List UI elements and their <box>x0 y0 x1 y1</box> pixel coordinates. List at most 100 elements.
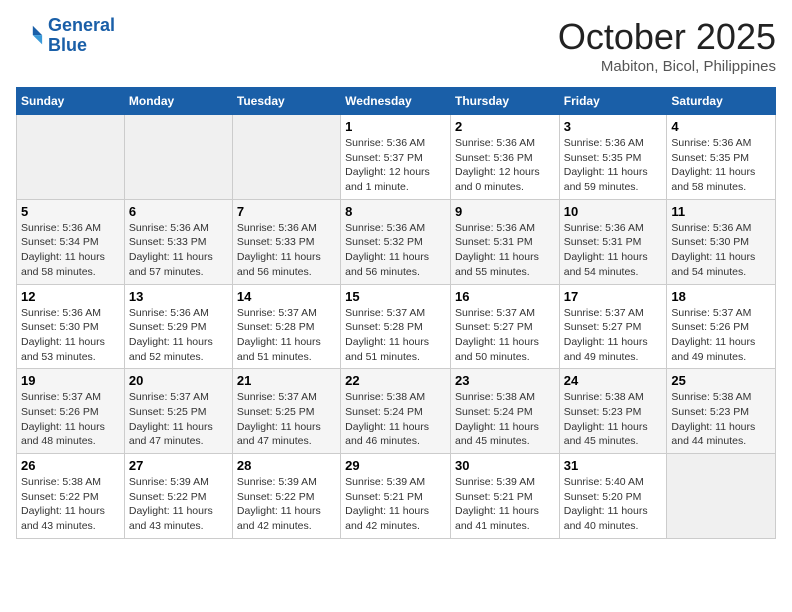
day-number: 9 <box>455 204 555 219</box>
calendar-cell: 22 Sunrise: 5:38 AM Sunset: 5:24 PM Dayli… <box>341 369 451 454</box>
day-number: 6 <box>129 204 228 219</box>
calendar-cell: 20 Sunrise: 5:37 AM Sunset: 5:25 PM Dayli… <box>124 369 232 454</box>
calendar-cell: 23 Sunrise: 5:38 AM Sunset: 5:24 PM Dayli… <box>450 369 559 454</box>
calendar-cell: 25 Sunrise: 5:38 AM Sunset: 5:23 PM Dayli… <box>667 369 776 454</box>
day-info: Sunrise: 5:36 AM Sunset: 5:31 PM Dayligh… <box>455 221 555 280</box>
calendar-cell: 4Sunrise: 5:36 AM Sunset: 5:35 PM Daylig… <box>667 115 776 200</box>
week-row-2: 5Sunrise: 5:36 AM Sunset: 5:34 PM Daylig… <box>17 199 776 284</box>
weekday-header-thursday: Thursday <box>450 88 559 115</box>
day-info: Sunrise: 5:37 AM Sunset: 5:25 PM Dayligh… <box>237 390 336 449</box>
weekday-header-wednesday: Wednesday <box>341 88 451 115</box>
calendar-cell: 6Sunrise: 5:36 AM Sunset: 5:33 PM Daylig… <box>124 199 232 284</box>
calendar-cell: 14Sunrise: 5:37 AM Sunset: 5:28 PM Dayli… <box>232 284 340 369</box>
calendar-cell: 27 Sunrise: 5:39 AM Sunset: 5:22 PM Dayli… <box>124 454 232 539</box>
day-number: 27 <box>129 458 228 473</box>
day-number: 20 <box>129 373 228 388</box>
calendar-cell: 13Sunrise: 5:36 AM Sunset: 5:29 PM Dayli… <box>124 284 232 369</box>
day-number: 22 <box>345 373 446 388</box>
day-info: Sunrise: 5:36 AM Sunset: 5:32 PM Dayligh… <box>345 221 446 280</box>
day-number: 16 <box>455 289 555 304</box>
day-info: Sunrise: 5:37 AM Sunset: 5:25 PM Dayligh… <box>129 390 228 449</box>
day-number: 10 <box>564 204 663 219</box>
day-info: Sunrise: 5:39 AM Sunset: 5:22 PM Dayligh… <box>129 475 228 534</box>
day-info: Sunrise: 5:36 AM Sunset: 5:31 PM Dayligh… <box>564 221 663 280</box>
calendar-header: SundayMondayTuesdayWednesdayThursdayFrid… <box>17 88 776 115</box>
day-number: 2 <box>455 119 555 134</box>
calendar-cell: 17Sunrise: 5:37 AM Sunset: 5:27 PM Dayli… <box>559 284 667 369</box>
weekday-header-sunday: Sunday <box>17 88 125 115</box>
logo-icon <box>16 22 44 50</box>
day-info: Sunrise: 5:37 AM Sunset: 5:27 PM Dayligh… <box>455 306 555 365</box>
month-title: October 2025 <box>558 16 776 58</box>
day-number: 29 <box>345 458 446 473</box>
logo-line2: Blue <box>48 35 87 55</box>
day-info: Sunrise: 5:36 AM Sunset: 5:30 PM Dayligh… <box>21 306 120 365</box>
day-number: 1 <box>345 119 446 134</box>
calendar-cell: 16 Sunrise: 5:37 AM Sunset: 5:27 PM Dayli… <box>450 284 559 369</box>
weekday-header-saturday: Saturday <box>667 88 776 115</box>
day-info: Sunrise: 5:37 AM Sunset: 5:28 PM Dayligh… <box>345 306 446 365</box>
calendar-cell: 19 Sunrise: 5:37 AM Sunset: 5:26 PM Dayli… <box>17 369 125 454</box>
weekday-header-monday: Monday <box>124 88 232 115</box>
day-info: Sunrise: 5:39 AM Sunset: 5:22 PM Dayligh… <box>237 475 336 534</box>
calendar-cell: 10 Sunrise: 5:36 AM Sunset: 5:31 PM Dayli… <box>559 199 667 284</box>
day-number: 3 <box>564 119 663 134</box>
logo: General Blue <box>16 16 115 56</box>
day-number: 24 <box>564 373 663 388</box>
week-row-4: 19 Sunrise: 5:37 AM Sunset: 5:26 PM Dayli… <box>17 369 776 454</box>
calendar-cell <box>17 115 125 200</box>
day-info: Sunrise: 5:36 AM Sunset: 5:36 PM Dayligh… <box>455 136 555 195</box>
calendar-cell: 11 Sunrise: 5:36 AM Sunset: 5:30 PM Dayli… <box>667 199 776 284</box>
day-info: Sunrise: 5:37 AM Sunset: 5:26 PM Dayligh… <box>21 390 120 449</box>
day-number: 4 <box>671 119 771 134</box>
day-info: Sunrise: 5:36 AM Sunset: 5:29 PM Dayligh… <box>129 306 228 365</box>
week-row-5: 26Sunrise: 5:38 AM Sunset: 5:22 PM Dayli… <box>17 454 776 539</box>
calendar-cell: 15 Sunrise: 5:37 AM Sunset: 5:28 PM Dayli… <box>341 284 451 369</box>
calendar-cell: 26Sunrise: 5:38 AM Sunset: 5:22 PM Dayli… <box>17 454 125 539</box>
day-number: 11 <box>671 204 771 219</box>
day-info: Sunrise: 5:38 AM Sunset: 5:23 PM Dayligh… <box>564 390 663 449</box>
calendar-cell: 7Sunrise: 5:36 AM Sunset: 5:33 PM Daylig… <box>232 199 340 284</box>
calendar-cell: 8Sunrise: 5:36 AM Sunset: 5:32 PM Daylig… <box>341 199 451 284</box>
day-info: Sunrise: 5:38 AM Sunset: 5:24 PM Dayligh… <box>345 390 446 449</box>
day-info: Sunrise: 5:38 AM Sunset: 5:23 PM Dayligh… <box>671 390 771 449</box>
day-info: Sunrise: 5:38 AM Sunset: 5:24 PM Dayligh… <box>455 390 555 449</box>
weekday-row: SundayMondayTuesdayWednesdayThursdayFrid… <box>17 88 776 115</box>
day-info: Sunrise: 5:37 AM Sunset: 5:27 PM Dayligh… <box>564 306 663 365</box>
title-block: October 2025 Mabiton, Bicol, Philippines <box>558 16 776 75</box>
logo-text: General Blue <box>48 16 115 56</box>
day-number: 30 <box>455 458 555 473</box>
day-number: 19 <box>21 373 120 388</box>
day-number: 23 <box>455 373 555 388</box>
week-row-3: 12Sunrise: 5:36 AM Sunset: 5:30 PM Dayli… <box>17 284 776 369</box>
day-number: 25 <box>671 373 771 388</box>
calendar-cell: 9 Sunrise: 5:36 AM Sunset: 5:31 PM Daylig… <box>450 199 559 284</box>
day-number: 31 <box>564 458 663 473</box>
calendar-cell: 2 Sunrise: 5:36 AM Sunset: 5:36 PM Daylig… <box>450 115 559 200</box>
logo-line1: General <box>48 15 115 35</box>
day-info: Sunrise: 5:38 AM Sunset: 5:22 PM Dayligh… <box>21 475 120 534</box>
weekday-header-friday: Friday <box>559 88 667 115</box>
calendar-cell: 31Sunrise: 5:40 AM Sunset: 5:20 PM Dayli… <box>559 454 667 539</box>
day-number: 14 <box>237 289 336 304</box>
day-info: Sunrise: 5:36 AM Sunset: 5:35 PM Dayligh… <box>564 136 663 195</box>
calendar-cell: 28 Sunrise: 5:39 AM Sunset: 5:22 PM Dayli… <box>232 454 340 539</box>
calendar-cell: 18Sunrise: 5:37 AM Sunset: 5:26 PM Dayli… <box>667 284 776 369</box>
calendar-cell <box>124 115 232 200</box>
calendar-cell: 24 Sunrise: 5:38 AM Sunset: 5:23 PM Dayli… <box>559 369 667 454</box>
day-number: 21 <box>237 373 336 388</box>
day-info: Sunrise: 5:36 AM Sunset: 5:34 PM Dayligh… <box>21 221 120 280</box>
day-info: Sunrise: 5:39 AM Sunset: 5:21 PM Dayligh… <box>455 475 555 534</box>
day-info: Sunrise: 5:36 AM Sunset: 5:33 PM Dayligh… <box>237 221 336 280</box>
day-number: 15 <box>345 289 446 304</box>
weekday-header-tuesday: Tuesday <box>232 88 340 115</box>
day-info: Sunrise: 5:36 AM Sunset: 5:30 PM Dayligh… <box>671 221 771 280</box>
calendar-cell: 1 Sunrise: 5:36 AM Sunset: 5:37 PM Daylig… <box>341 115 451 200</box>
calendar-cell: 21 Sunrise: 5:37 AM Sunset: 5:25 PM Dayli… <box>232 369 340 454</box>
day-info: Sunrise: 5:36 AM Sunset: 5:37 PM Dayligh… <box>345 136 446 195</box>
day-number: 28 <box>237 458 336 473</box>
calendar-table: SundayMondayTuesdayWednesdayThursdayFrid… <box>16 87 776 539</box>
calendar-cell: 3 Sunrise: 5:36 AM Sunset: 5:35 PM Daylig… <box>559 115 667 200</box>
location: Mabiton, Bicol, Philippines <box>558 58 776 75</box>
calendar-cell <box>232 115 340 200</box>
